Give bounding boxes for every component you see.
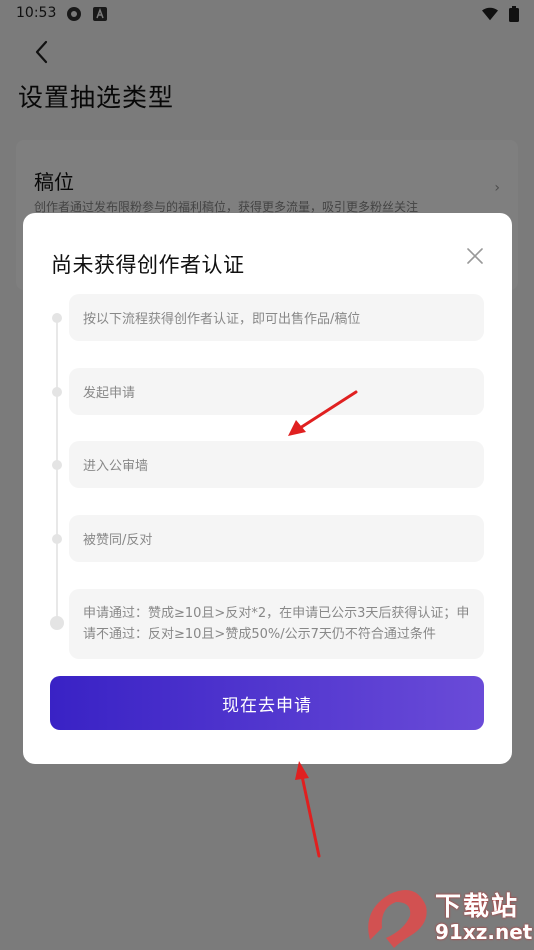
timeline-dot-end — [50, 616, 64, 630]
close-icon — [467, 248, 483, 264]
timeline-dot — [52, 313, 62, 323]
step-vote: 被赞同/反对 — [69, 515, 484, 562]
step-public-review: 进入公审墙 — [69, 441, 484, 488]
site-watermark: 下载站 91xz.net — [360, 880, 534, 950]
close-button[interactable] — [464, 245, 486, 267]
modal-title: 尚未获得创作者认证 — [51, 253, 245, 277]
step-submit-application: 发起申请 — [69, 368, 484, 415]
step-intro: 按以下流程获得创作者认证，即可出售作品/稿位 — [69, 294, 484, 341]
timeline-dot — [52, 534, 62, 544]
timeline-dot — [52, 460, 62, 470]
timeline-line — [56, 317, 58, 623]
watermark-text: 下载站 — [435, 892, 520, 922]
timeline-dot — [52, 387, 62, 397]
apply-now-button[interactable]: 现在去申请 — [50, 676, 484, 730]
certification-modal: 尚未获得创作者认证 按以下流程获得创作者认证，即可出售作品/稿位 发起申请 进入… — [23, 213, 512, 764]
step-approval-rules: 申请通过：赞成≥10且>反对*2，在申请已公示3天后获得认证；申请不通过：反对≥… — [69, 589, 484, 659]
watermark-logo-icon — [368, 890, 427, 948]
watermark-url: 91xz.net — [435, 920, 533, 944]
